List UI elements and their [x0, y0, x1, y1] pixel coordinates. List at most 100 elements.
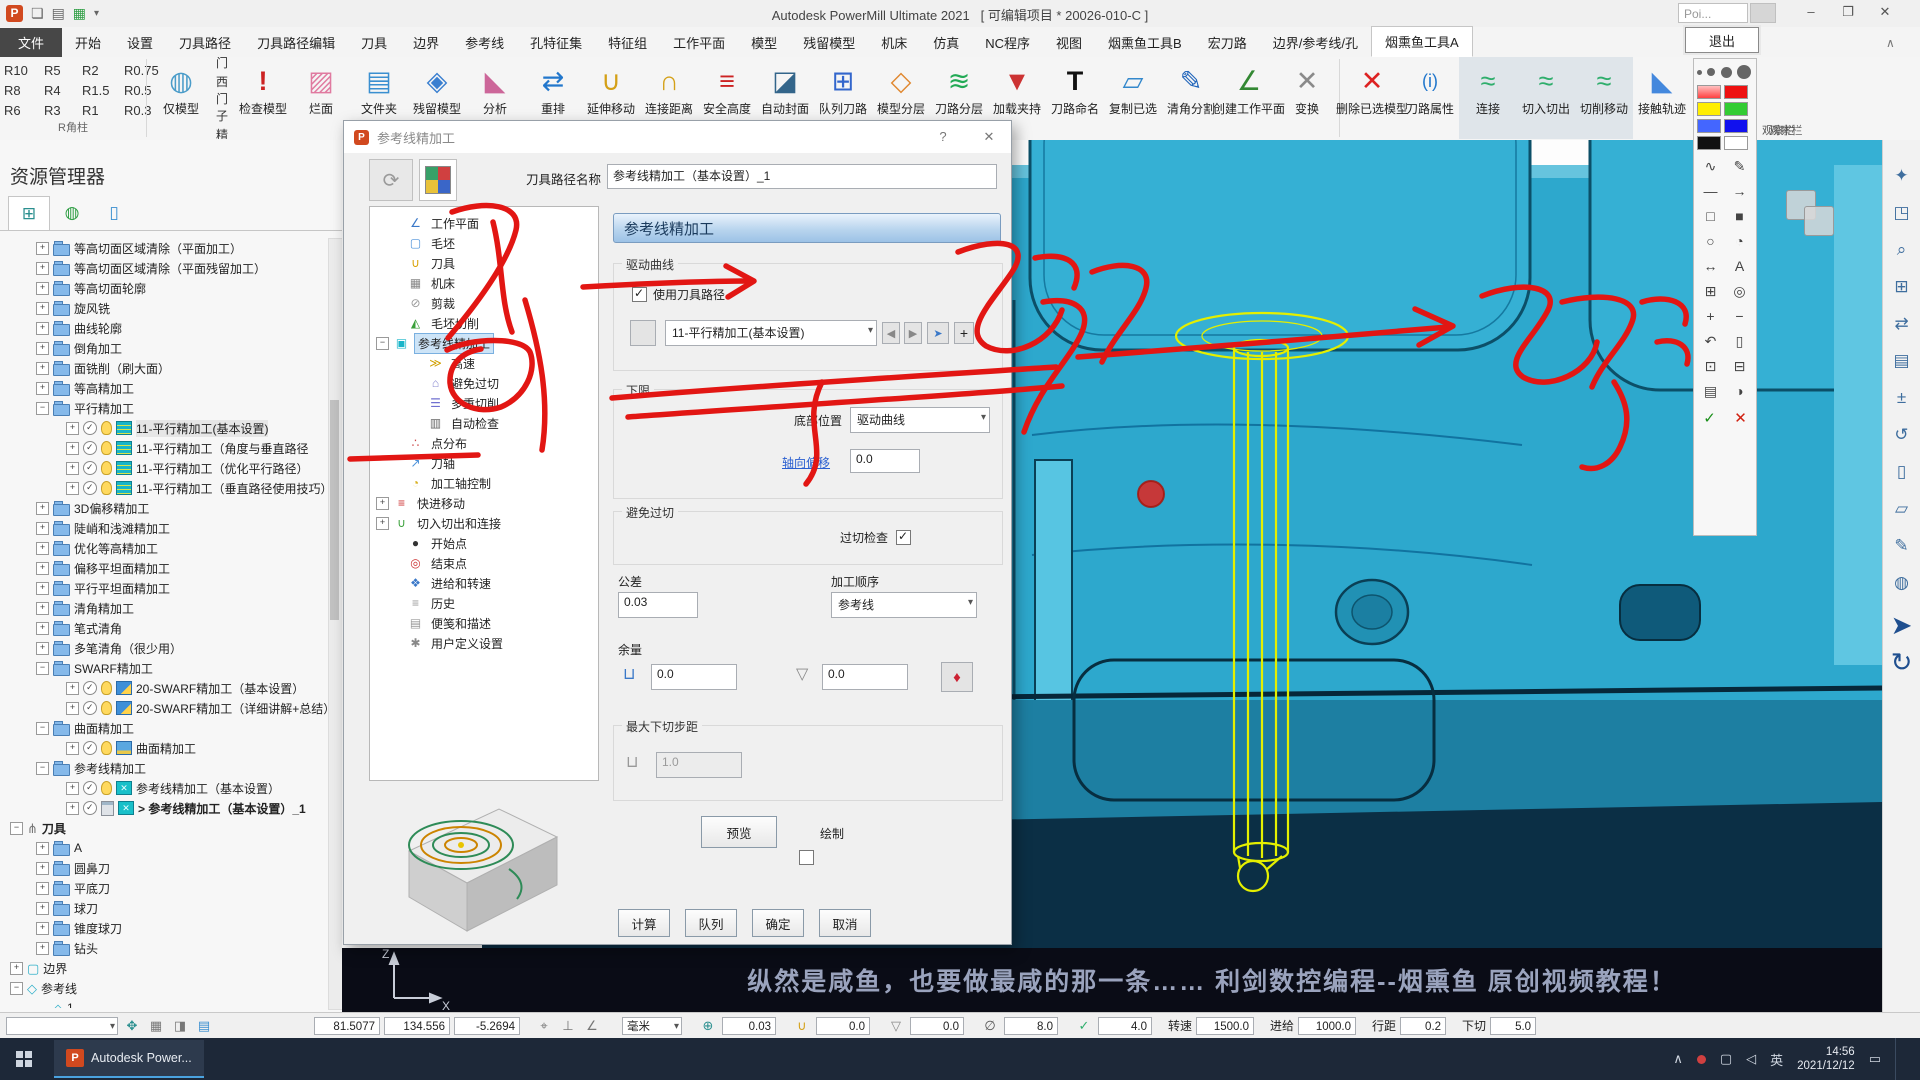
check-icon[interactable] — [83, 681, 97, 695]
annotation-tool-icon[interactable]: ∿ — [1696, 158, 1725, 178]
ribbon-tab[interactable]: 特征组 — [595, 28, 660, 57]
ribbon-tab[interactable]: 工作平面 — [660, 28, 738, 57]
check-icon[interactable] — [83, 441, 97, 455]
expander-icon[interactable]: + — [66, 702, 79, 715]
machine-post-item[interactable]: 精雕 — [216, 126, 228, 140]
item-label[interactable]: 参考线精加工（基本设置） — [136, 780, 280, 797]
status-field[interactable]: 0.2 — [1400, 1017, 1446, 1035]
tree-item[interactable]: + 优化等高精加工 — [2, 538, 328, 558]
expander-icon[interactable]: + — [66, 802, 79, 815]
gouge-check-checkbox[interactable] — [896, 530, 911, 545]
item-label[interactable]: 3D偏移精加工 — [74, 500, 149, 517]
expander-icon[interactable]: + — [36, 842, 49, 855]
status-field[interactable]: 行距 — [1372, 1017, 1396, 1034]
tree-item[interactable]: + 旋风铣 — [2, 298, 328, 318]
show-desktop-sliver[interactable] — [1895, 1038, 1906, 1080]
tree-item[interactable]: + 曲面精加工 — [2, 738, 328, 758]
expander-icon[interactable]: + — [36, 542, 49, 555]
ribbon-tab[interactable]: 开始 — [62, 28, 114, 57]
item-label[interactable]: > 参考线精加工（基本设置）_1 — [138, 800, 306, 817]
trash-icon[interactable]: ▯ — [94, 196, 134, 230]
bulb-icon[interactable] — [101, 781, 112, 795]
tree-item[interactable]: + ▢ 边界 — [2, 958, 328, 978]
dialog-tree-item[interactable]: + ≡ 快进移动 — [370, 493, 598, 513]
axial-stock-icon[interactable]: ▽ — [796, 664, 808, 684]
tree-item[interactable]: + 等高精加工 — [2, 378, 328, 398]
ribbon-button-删除已选模型[interactable]: ✕删除已选模型 — [1343, 57, 1401, 139]
ribbon-button-变换[interactable]: ✕变换 — [1278, 57, 1336, 139]
dialog-tree-item[interactable]: ∠ 工作平面 — [370, 213, 598, 233]
ribbon-button-接触轨迹[interactable]: ◣接触轨迹 — [1633, 57, 1691, 139]
tree-item[interactable]: + A — [2, 838, 328, 858]
tree-item[interactable]: + 20-SWARF精加工（详细讲解+总结） — [2, 698, 328, 718]
color-swatch[interactable] — [1724, 102, 1748, 116]
nav-cube-front-icon[interactable] — [1804, 206, 1834, 236]
view-tool-icon[interactable]: ✦ — [1894, 166, 1908, 186]
expander-icon[interactable]: + — [36, 922, 49, 935]
status-field[interactable]: 4.0 — [1098, 1017, 1152, 1035]
explorer-scrollbar-thumb[interactable] — [330, 400, 339, 620]
setting-label[interactable]: 加工轴控制 — [428, 474, 494, 493]
view-tool-icon[interactable]: ↺ — [1894, 425, 1908, 445]
dialog-tree-item[interactable]: ▤ 便笺和描述 — [370, 613, 598, 633]
view-tool-icon[interactable]: ± — [1897, 388, 1906, 408]
ok-button[interactable]: 确定 — [752, 909, 804, 937]
item-label[interactable]: 1 — [67, 1001, 74, 1008]
machine-post-item[interactable]: 龙门 — [216, 57, 228, 71]
setting-label[interactable]: 点分布 — [428, 434, 470, 453]
expander-icon[interactable]: + — [36, 382, 49, 395]
tree-item[interactable]: + 曲线轮廓 — [2, 318, 328, 338]
setting-label[interactable]: 毛坯 — [428, 234, 458, 253]
tree-item[interactable]: + > 参考线精加工（基本设置）_1 — [2, 798, 328, 818]
tray-chevron-icon[interactable]: ∧ — [1673, 1051, 1683, 1067]
item-label[interactable]: 钻头 — [74, 940, 98, 957]
status-field[interactable]: ✥ — [122, 1018, 142, 1034]
regenerate-button[interactable]: ⟳ — [369, 159, 413, 201]
tree-item[interactable]: + 11-平行精加工(基本设置) — [2, 418, 328, 438]
status-field[interactable] — [6, 1017, 118, 1035]
annotation-tool-icon[interactable]: ◑ — [1725, 383, 1754, 403]
ribbon-tab[interactable]: 烟熏鱼工具A — [1371, 26, 1473, 57]
expander-icon[interactable]: + — [36, 502, 49, 515]
ribbon-tab[interactable]: 宏刀路 — [1195, 28, 1260, 57]
pen-size-dot[interactable] — [1697, 70, 1702, 75]
annotation-tool-icon[interactable]: ↶ — [1696, 333, 1725, 353]
expander-icon[interactable]: + — [36, 642, 49, 655]
dialog-tree-item[interactable]: ▢ 毛坯 — [370, 233, 598, 253]
item-label[interactable]: 倒角加工 — [74, 340, 122, 357]
expander-icon[interactable]: + — [66, 422, 79, 435]
tree-item[interactable]: − 平行精加工 — [2, 398, 328, 418]
setting-label[interactable]: 结束点 — [428, 554, 470, 573]
explorer-scrollbar[interactable] — [328, 238, 343, 1010]
item-label[interactable]: 曲面精加工 — [74, 720, 134, 737]
expander-icon[interactable]: + — [36, 522, 49, 535]
check-icon[interactable] — [83, 481, 97, 495]
expander-icon[interactable]: + — [36, 882, 49, 895]
color-swatch[interactable] — [1697, 102, 1721, 116]
tree-item[interactable]: − SWARF精加工 — [2, 658, 328, 678]
ribbon-tab[interactable]: 参考线 — [452, 28, 517, 57]
bulb-icon[interactable] — [101, 441, 112, 455]
tree-item[interactable]: + 11-平行精加工（垂直路径使用技巧） — [2, 478, 328, 498]
status-field[interactable]: 进给 — [1270, 1017, 1294, 1034]
item-label[interactable]: 等高精加工 — [74, 380, 134, 397]
annotation-tool-icon[interactable]: ○ — [1696, 233, 1725, 253]
expander-icon[interactable]: − — [10, 822, 23, 835]
view-tool-icon[interactable]: ⌕ — [1897, 240, 1907, 260]
dialog-tree-item[interactable]: ↗ 刀轴 — [370, 453, 598, 473]
expander-icon[interactable]: + — [66, 742, 79, 755]
annotation-tool-icon[interactable]: ▤ — [1696, 383, 1725, 403]
queue-button[interactable]: 队列 — [685, 909, 737, 937]
ribbon-collapse-icon[interactable]: ∧ — [1886, 36, 1895, 50]
expander-icon[interactable]: + — [36, 562, 49, 575]
check-icon[interactable] — [83, 801, 97, 815]
tree-item[interactable]: + 清角精加工 — [2, 598, 328, 618]
annotation-tool-icon[interactable]: ✎ — [1725, 158, 1754, 178]
item-label[interactable]: SWARF精加工 — [74, 660, 153, 677]
view-tool-icon[interactable]: ⊞ — [1894, 277, 1908, 297]
r-value[interactable]: R3 — [44, 101, 82, 121]
status-field[interactable]: -5.2694 — [454, 1017, 520, 1035]
item-label[interactable]: 等高切面区域清除（平面加工） — [74, 240, 242, 257]
add-toolpath-button[interactable]: + — [954, 322, 974, 344]
status-field[interactable]: 转速 — [1168, 1017, 1192, 1034]
